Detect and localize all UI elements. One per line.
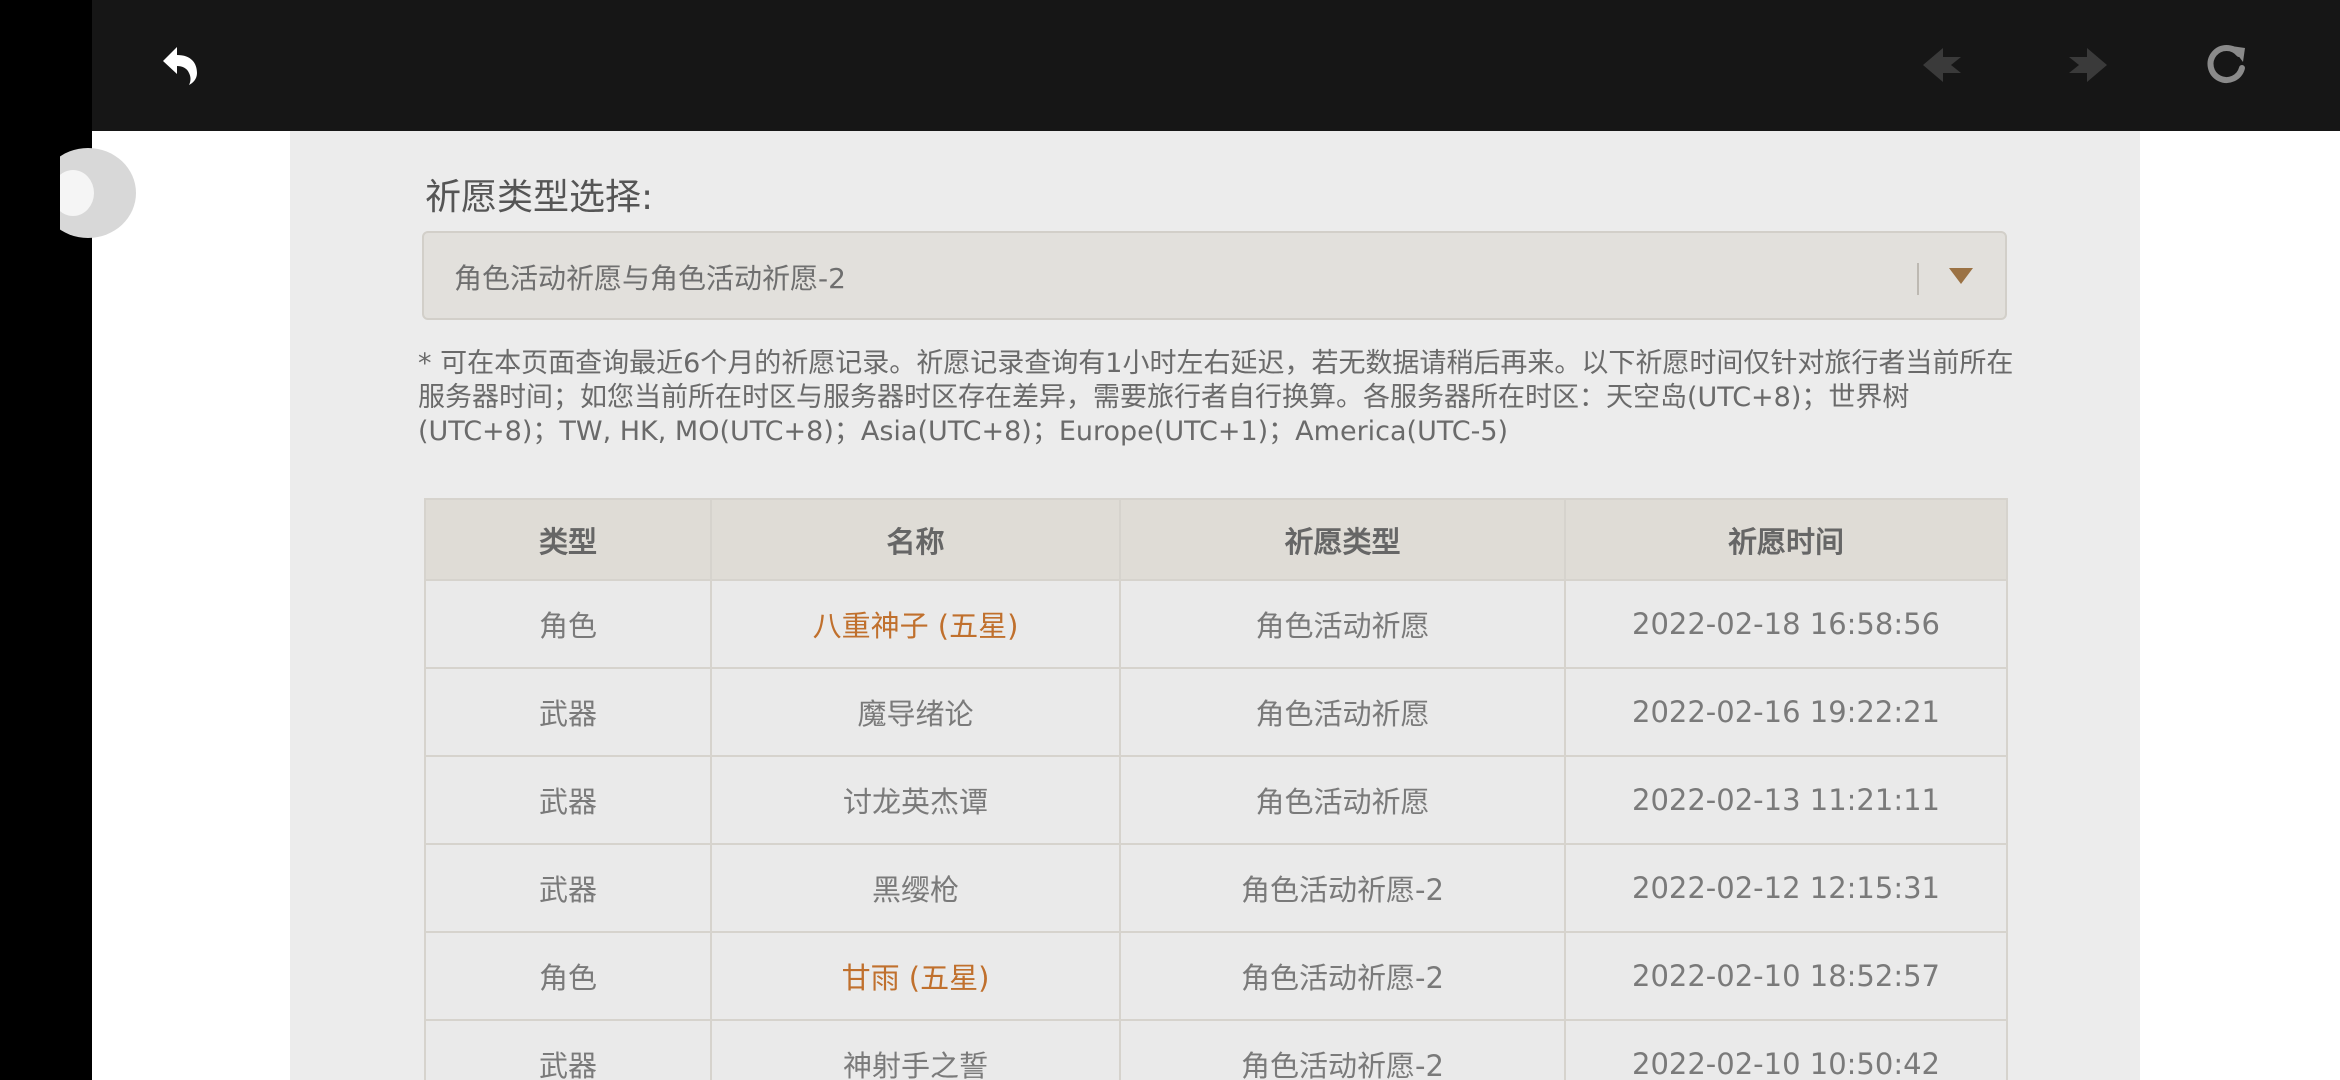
cell-wish-type: 角色活动祈愿 (1119, 667, 1566, 757)
cell-name: 魔导绪论 (710, 667, 1121, 757)
table-row: 角色 甘雨 (五星) 角色活动祈愿-2 2022-02-10 18:52:57 (424, 931, 2008, 1021)
cell-name: 讨龙英杰谭 (710, 755, 1121, 845)
cell-type: 角色 (424, 579, 712, 669)
next-page-button[interactable] (2053, 30, 2123, 100)
wish-type-selected-value: 角色活动祈愿与角色活动祈愿-2 (454, 262, 846, 295)
header-type: 类型 (424, 498, 712, 581)
cell-type: 武器 (424, 755, 712, 845)
notice-text: * 可在本页面查询最近6个月的祈愿记录。祈愿记录查询有1小时左右延迟，若无数据请… (418, 348, 2014, 447)
reload-icon (2207, 45, 2245, 83)
cell-type: 武器 (424, 1019, 712, 1080)
cell-name: 甘雨 (五星) (710, 931, 1121, 1021)
cell-wish-type: 角色活动祈愿 (1119, 579, 1566, 669)
table-row: 武器 魔导绪论 角色活动祈愿 2022-02-16 19:22:21 (424, 667, 2008, 757)
table-row: 武器 讨龙英杰谭 角色活动祈愿 2022-02-13 11:21:11 (424, 755, 2008, 845)
cell-wish-type: 角色活动祈愿 (1119, 755, 1566, 845)
table-row: 角色 八重神子 (五星) 角色活动祈愿 2022-02-18 16:58:56 (424, 579, 2008, 669)
cell-wish-type: 角色活动祈愿-2 (1119, 931, 1566, 1021)
cell-name: 黑缨枪 (710, 843, 1121, 933)
next-arrow-icon (2069, 48, 2107, 82)
table-header-row: 类型 名称 祈愿类型 祈愿时间 (424, 498, 2008, 581)
cell-type: 角色 (424, 931, 712, 1021)
back-button[interactable] (142, 30, 212, 100)
cell-name: 神射手之誓 (710, 1019, 1121, 1080)
cell-time: 2022-02-16 19:22:21 (1564, 667, 2008, 757)
cell-time: 2022-02-12 12:15:31 (1564, 843, 2008, 933)
floating-assistant-button[interactable] (60, 148, 136, 238)
header-wish-time: 祈愿时间 (1564, 498, 2008, 581)
table-row: 武器 神射手之誓 角色活动祈愿-2 2022-02-10 10:50:42 (424, 1019, 2008, 1080)
cell-type: 武器 (424, 843, 712, 933)
header-wish-type: 祈愿类型 (1119, 498, 1566, 581)
wish-type-select[interactable]: 角色活动祈愿与角色活动祈愿-2 (422, 231, 2007, 320)
back-arrow-icon (163, 47, 197, 85)
browser-toolbar (92, 0, 2340, 131)
chevron-down-icon (1949, 268, 1973, 284)
prev-page-button[interactable] (1907, 30, 1977, 100)
cell-wish-type: 角色活动祈愿-2 (1119, 843, 1566, 933)
header-name: 名称 (710, 498, 1121, 581)
cell-time: 2022-02-18 16:58:56 (1564, 579, 2008, 669)
cell-type: 武器 (424, 667, 712, 757)
prev-arrow-icon (1923, 48, 1961, 82)
cell-time: 2022-02-10 18:52:57 (1564, 931, 2008, 1021)
cell-time: 2022-02-10 10:50:42 (1564, 1019, 2008, 1080)
table-row: 武器 黑缨枪 角色活动祈愿-2 2022-02-12 12:15:31 (424, 843, 2008, 933)
reload-button[interactable] (2191, 30, 2261, 100)
cell-wish-type: 角色活动祈愿-2 (1119, 1019, 1566, 1080)
cell-time: 2022-02-13 11:21:11 (1564, 755, 2008, 845)
wish-type-label: 祈愿类型选择: (425, 177, 654, 218)
wish-records-table: 类型 名称 祈愿类型 祈愿时间 角色 八重神子 (五星) 角色活动祈愿 2022… (424, 498, 2008, 1080)
cell-name: 八重神子 (五星) (710, 579, 1121, 669)
select-divider (1917, 263, 1919, 295)
